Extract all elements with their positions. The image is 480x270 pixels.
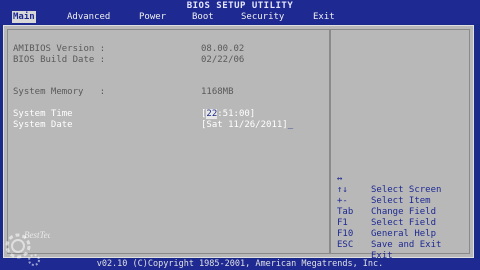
main-panel: AMIBIOS Version : 08.00.02 BIOS Build Da… <box>3 25 474 261</box>
bios-title: BIOS SETUP UTILITY <box>186 1 294 11</box>
system-time-label[interactable]: System Time <box>13 109 73 119</box>
copyright-text: v02.10 (C)Copyright 1985-2001, American … <box>96 259 384 269</box>
logo-text: BestTech <box>24 230 50 240</box>
watermark-logo: BestTech <box>2 218 57 266</box>
amibios-version-value: 08.00.02 <box>201 44 245 54</box>
help-key: ESC <box>337 240 354 250</box>
help-row-select-item: ↑↓ Select Item <box>337 174 467 206</box>
gear-logo-icon: BestTech <box>5 230 57 266</box>
footer-bar: v02.10 (C)Copyright 1985-2001, American … <box>0 259 480 270</box>
build-date-value: 02/22/06 <box>201 55 245 65</box>
title-bar: BIOS SETUP UTILITY Main Advanced Power B… <box>0 0 480 24</box>
time-hour-field[interactable]: 22 <box>206 109 218 119</box>
help-row-select-field: Tab Select Field <box>337 196 467 228</box>
menu-item-exit[interactable]: Exit <box>312 11 336 23</box>
help-row-exit: ESC Exit <box>337 229 467 261</box>
help-desc: Save and Exit <box>371 240 442 250</box>
menu-item-main[interactable]: Main <box>12 11 36 23</box>
system-date-label[interactable]: System Date <box>13 120 73 130</box>
system-time-value[interactable]: [22:51:00] <box>201 109 255 119</box>
menu-item-power[interactable]: Power <box>138 11 167 23</box>
time-rest: :51:00] <box>217 109 256 119</box>
system-date-value[interactable]: [Sat 11/26/2011]_ <box>201 120 293 130</box>
help-row-save-exit: F10 Save and Exit <box>337 218 467 250</box>
system-memory-value: 1168MB <box>201 87 234 97</box>
help-legend: ↔ Select Screen ↑↓ Select Item +- Change… <box>337 163 467 261</box>
help-row-general-help: F1 General Help <box>337 207 467 239</box>
date-cursor: _ <box>287 120 294 130</box>
help-divider <box>329 29 331 254</box>
menu-item-advanced[interactable]: Advanced <box>66 11 111 23</box>
help-row-change-field: +- Change Field <box>337 185 467 217</box>
menu-item-boot[interactable]: Boot <box>191 11 215 23</box>
help-row-select-screen: ↔ Select Screen <box>337 163 467 195</box>
date-value-text: [Sat 11/26/2011] <box>201 120 288 130</box>
build-date-label: BIOS Build Date : <box>13 55 106 65</box>
menu-bar: Main Advanced Power Boot Security Exit <box>0 11 480 23</box>
menu-item-security[interactable]: Security <box>240 11 285 23</box>
amibios-version-label: AMIBIOS Version : <box>13 44 106 54</box>
system-memory-label: System Memory : <box>13 87 106 97</box>
